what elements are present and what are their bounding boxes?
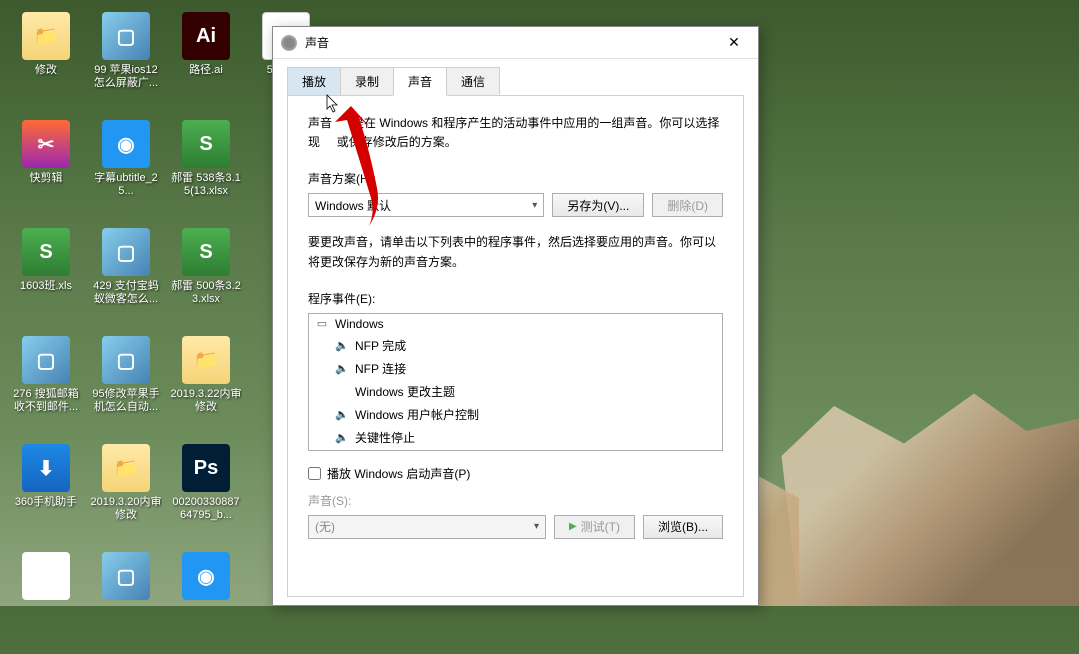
close-button[interactable]: ✕ bbox=[718, 29, 750, 57]
desktop-icon-label: 修改 bbox=[35, 64, 57, 77]
img-icon: ▢ bbox=[102, 552, 150, 600]
scheme-description: 声音 是在 Windows 和程序产生的活动事件中应用的一组声音。你可以选择现 … bbox=[308, 114, 723, 152]
play-startup-checkbox-row[interactable]: 播放 Windows 启动声音(P) bbox=[308, 465, 723, 482]
sound-label: 声音(S): bbox=[308, 492, 723, 509]
desktop-icon-label: 郝雷 538条3.15(13.xlsx bbox=[170, 172, 242, 198]
desktop-icon-label: 2019.3.22内审修改 bbox=[170, 388, 242, 414]
tab-声音[interactable]: 声音 bbox=[393, 67, 447, 96]
speaker-icon: 🔈 bbox=[335, 362, 349, 375]
img-icon: ▢ bbox=[102, 336, 150, 384]
desktop-icon-label: 360手机助手 bbox=[15, 496, 77, 509]
dialog-titlebar: 声音 ✕ bbox=[273, 27, 758, 59]
sound-dialog: 声音 ✕ 播放录制声音通信 声音 是在 Windows 和程序产生的活动事件中应… bbox=[272, 26, 759, 606]
save-as-button[interactable]: 另存为(V)... bbox=[552, 193, 644, 217]
play-icon: ▶ bbox=[569, 521, 577, 532]
desktop-icon[interactable]: 📁 2019.3.20内审修改 bbox=[88, 440, 164, 546]
desktop-icon-label: 0020033088764795_b... bbox=[170, 496, 242, 522]
desktop-icon-label: 429 支付宝蚂蚁微客怎么... bbox=[90, 280, 162, 306]
change-description: 要更改声音，请单击以下列表中的程序事件，然后选择要应用的声音。你可以将更改保存为… bbox=[308, 233, 723, 271]
img-icon: ▢ bbox=[102, 228, 150, 276]
tab-播放[interactable]: 播放 bbox=[287, 67, 341, 95]
speaker-icon: 🔈 bbox=[335, 408, 349, 421]
events-listbox[interactable]: ▭ Windows 🔈 NFP 完成 🔈 NFP 连接 Windows 更改主题 🔈 Windo… bbox=[308, 313, 723, 451]
desktop-icon-label: 99 苹果ios12怎么屏蔽广... bbox=[90, 64, 162, 90]
desktop-icon-label: 276 搜狐邮箱收不到邮件... bbox=[10, 388, 82, 414]
desktop-icon[interactable]: Ps 0020033088764795_b... bbox=[168, 440, 244, 546]
app3-icon: ⬇ bbox=[22, 444, 70, 492]
event-item[interactable]: 🔈 NFP 连接 bbox=[309, 357, 722, 380]
ps-icon: Ps bbox=[182, 444, 230, 492]
xls-icon: S bbox=[182, 120, 230, 168]
scheme-select[interactable]: Windows 默认▾ bbox=[308, 193, 544, 217]
desktop-icon-label: 95修改苹果手机怎么自动... bbox=[90, 388, 162, 414]
folder-icon: 📁 bbox=[102, 444, 150, 492]
img-icon: ▢ bbox=[102, 12, 150, 60]
sound-system-icon bbox=[281, 35, 297, 51]
tab-录制[interactable]: 录制 bbox=[340, 67, 394, 95]
app1-icon: ✂ bbox=[22, 120, 70, 168]
desktop-icon-label: 快剪辑 bbox=[30, 172, 63, 185]
tab-strip: 播放录制声音通信 bbox=[287, 67, 744, 95]
desktop-icon[interactable]: S 1603班.xls bbox=[8, 224, 84, 330]
desktop-icon-label: 郝雷 500条3.23.xlsx bbox=[170, 280, 242, 306]
event-item[interactable]: Windows 更改主题 bbox=[309, 380, 722, 403]
window-icon: ▭ bbox=[315, 317, 329, 330]
event-item[interactable]: 🔈 关键性停止 bbox=[309, 426, 722, 449]
desktop-icon-label: 2019.3.20内审修改 bbox=[90, 496, 162, 522]
event-label: NFP 完成 bbox=[355, 337, 406, 354]
sound-select: (无)▾ bbox=[308, 515, 546, 539]
event-label: NFP 连接 bbox=[355, 360, 406, 377]
folder-icon: 📁 bbox=[182, 336, 230, 384]
desktop-icon-label: 1603班.xls bbox=[20, 280, 72, 293]
test-button: ▶测试(T) bbox=[554, 515, 635, 539]
browse-button[interactable]: 浏览(B)... bbox=[643, 515, 723, 539]
chevron-down-icon: ▾ bbox=[534, 521, 539, 532]
event-label: Windows bbox=[335, 317, 384, 331]
desktop-icon-label: 字幕ubtitle_25... bbox=[90, 172, 162, 198]
xls-icon: S bbox=[22, 228, 70, 276]
play-startup-label: 播放 Windows 启动声音(P) bbox=[327, 465, 470, 482]
img-icon: ▢ bbox=[22, 336, 70, 384]
folder-icon: 📁 bbox=[22, 12, 70, 60]
desktop-icon[interactable]: ◉ 字幕ubtitle_25... bbox=[88, 116, 164, 222]
event-item[interactable]: 🔈 NFP 完成 bbox=[309, 334, 722, 357]
delete-button: 删除(D) bbox=[652, 193, 723, 217]
events-label: 程序事件(E): bbox=[308, 290, 723, 307]
app2-icon: ◉ bbox=[102, 120, 150, 168]
desktop-icon[interactable]: O bbox=[8, 548, 84, 654]
speaker-icon: 🔈 bbox=[335, 339, 349, 352]
desktop-icon[interactable]: ▢ 95修改苹果手机怎么自动... bbox=[88, 332, 164, 438]
chevron-down-icon: ▾ bbox=[532, 200, 537, 211]
desktop-icon[interactable]: ✂ 快剪辑 bbox=[8, 116, 84, 222]
dialog-title: 声音 bbox=[305, 34, 718, 51]
opera-icon: O bbox=[22, 552, 70, 600]
desktop-icon[interactable]: 📁 修改 bbox=[8, 8, 84, 114]
desktop-icon-label: 路径.ai bbox=[189, 64, 223, 77]
desktop-icon[interactable]: ⬇ 360手机助手 bbox=[8, 440, 84, 546]
desktop-icon[interactable]: ▢ 276 搜狐邮箱收不到邮件... bbox=[8, 332, 84, 438]
event-label: 关键性停止 bbox=[355, 429, 415, 446]
event-label: Windows 用户帐户控制 bbox=[355, 406, 479, 423]
ai-icon: Ai bbox=[182, 12, 230, 60]
desktop-icon[interactable]: S 郝雷 500条3.23.xlsx bbox=[168, 224, 244, 330]
desktop-icon[interactable]: ▢ bbox=[88, 548, 164, 654]
desktop-icon[interactable]: ▢ 99 苹果ios12怎么屏蔽广... bbox=[88, 8, 164, 114]
event-label: Windows 更改主题 bbox=[355, 383, 455, 400]
desktop-icon[interactable]: 📁 2019.3.22内审修改 bbox=[168, 332, 244, 438]
desktop-icon[interactable]: ◉ bbox=[168, 548, 244, 654]
desktop-icon[interactable]: S 郝雷 538条3.15(13.xlsx bbox=[168, 116, 244, 222]
tab-panel-sound: 声音 是在 Windows 和程序产生的活动事件中应用的一组声音。你可以选择现 … bbox=[287, 95, 744, 597]
desktop-icon[interactable]: Ai 路径.ai bbox=[168, 8, 244, 114]
speaker-icon: 🔈 bbox=[335, 431, 349, 444]
xls-icon: S bbox=[182, 228, 230, 276]
event-item[interactable]: 🔈 Windows 用户帐户控制 bbox=[309, 403, 722, 426]
play-startup-checkbox[interactable] bbox=[308, 467, 321, 480]
event-item[interactable]: ▭ Windows bbox=[309, 314, 722, 334]
desktop-icon[interactable]: ▢ 429 支付宝蚂蚁微客怎么... bbox=[88, 224, 164, 330]
tab-通信[interactable]: 通信 bbox=[446, 67, 500, 95]
scheme-label: 声音方案(H): bbox=[308, 170, 723, 187]
app2-icon: ◉ bbox=[182, 552, 230, 600]
cursor-pointer-icon bbox=[326, 94, 340, 114]
